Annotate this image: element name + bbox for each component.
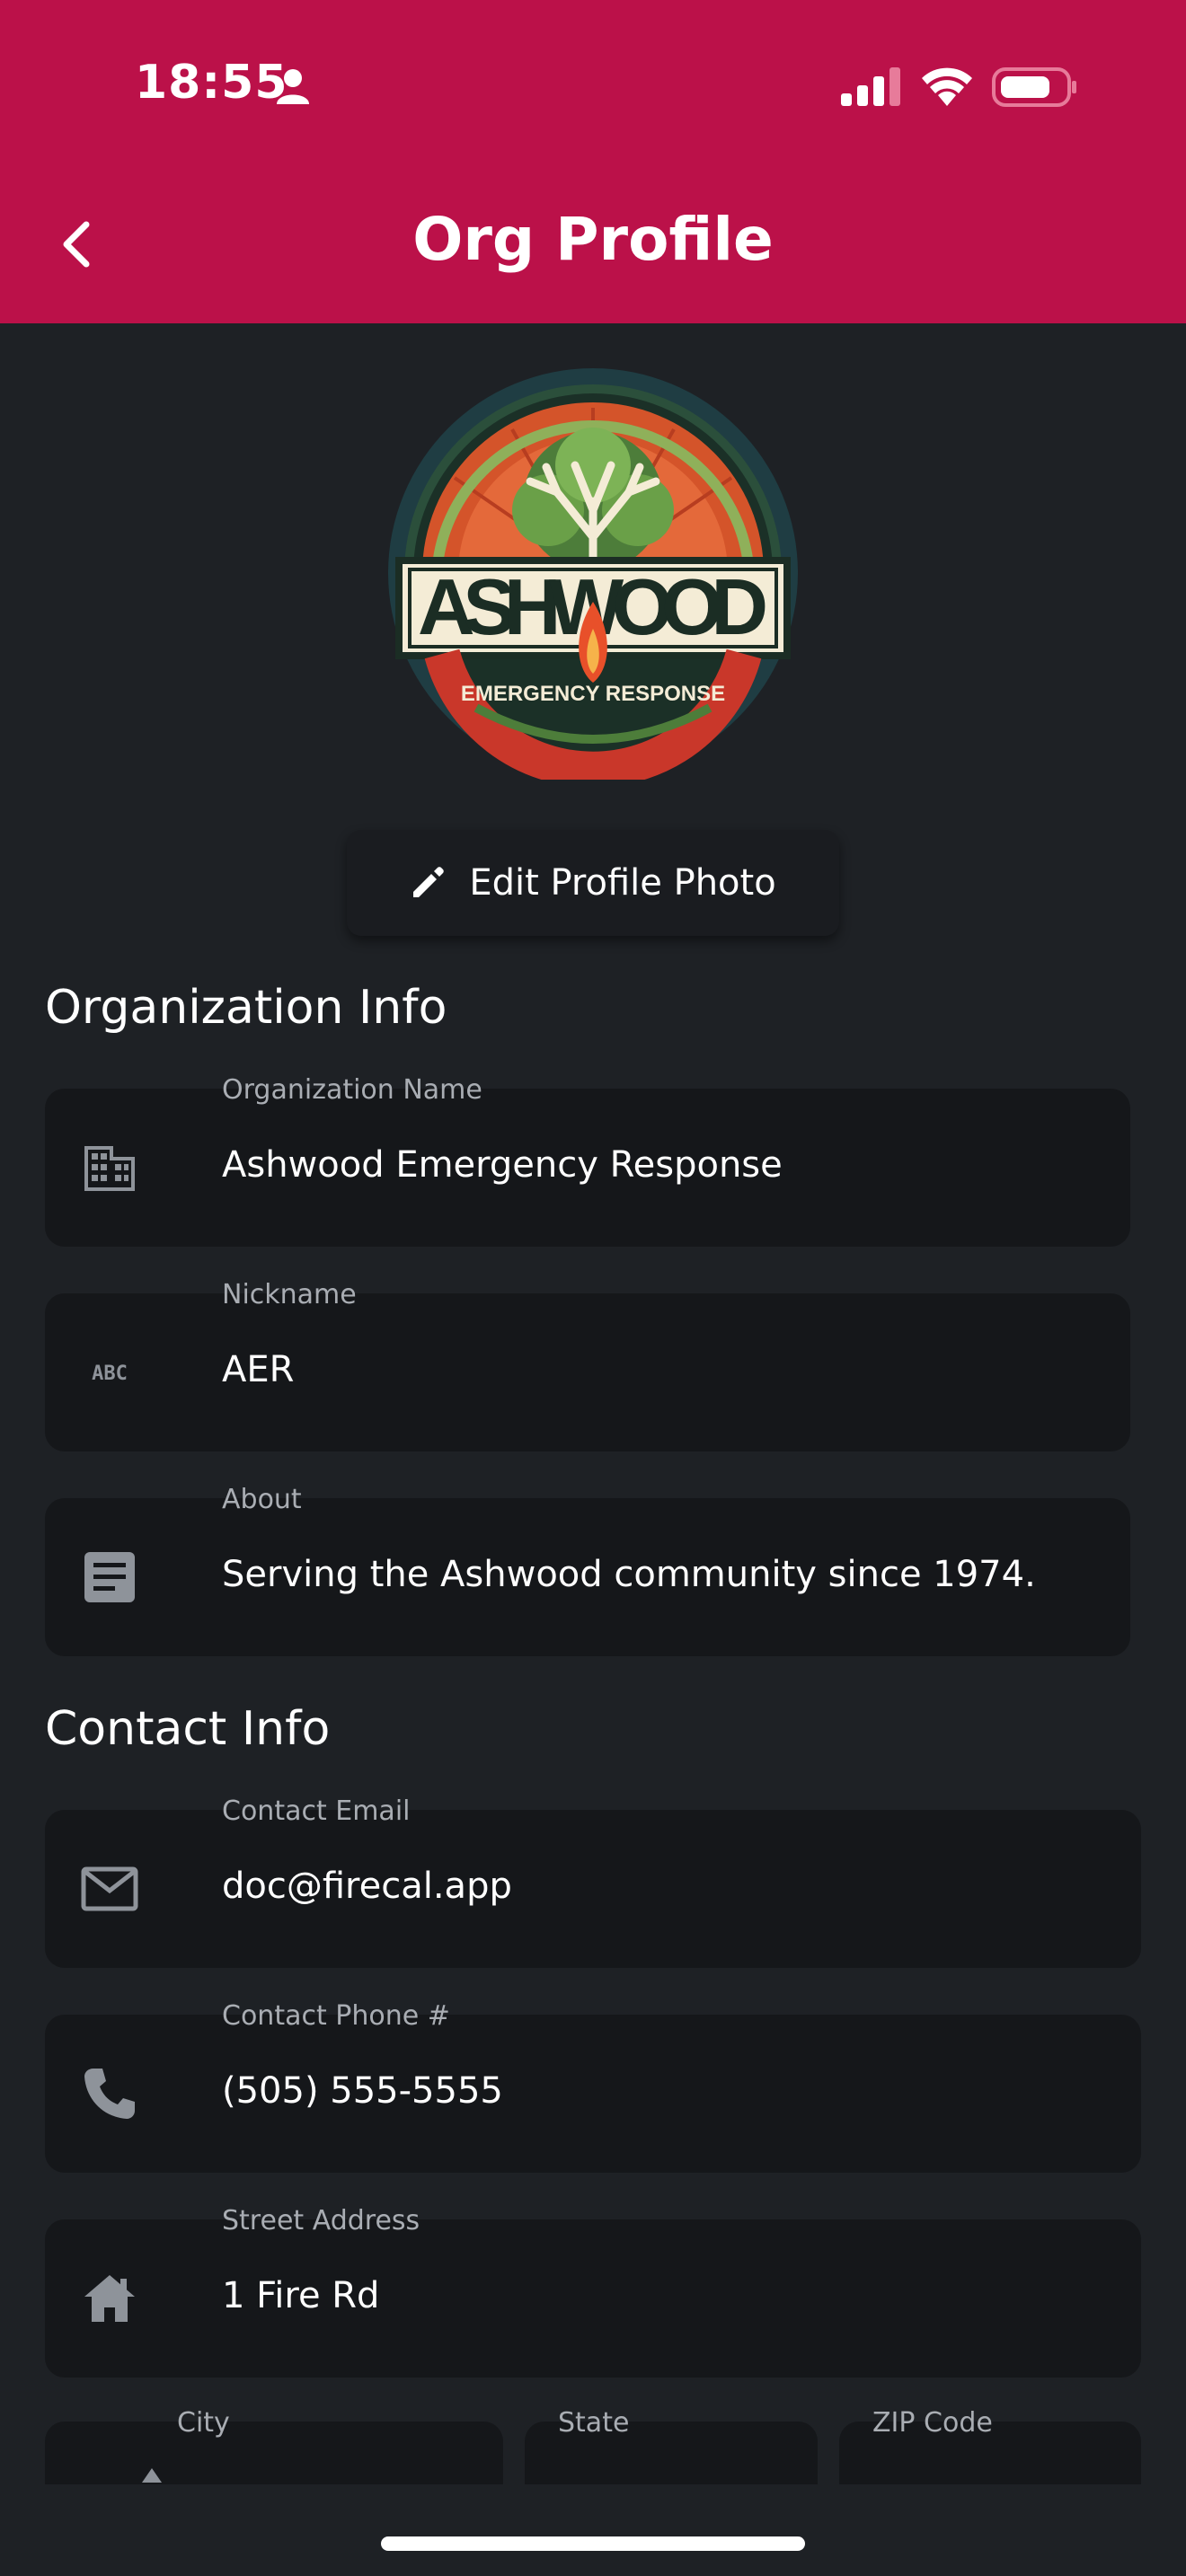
contact-email-value: doc@firecal.app	[222, 1866, 512, 1907]
street-address-label: Street Address	[222, 2205, 420, 2236]
street-address-value: 1 Fire Rd	[222, 2275, 380, 2316]
status-time: 18:55	[135, 56, 288, 110]
nickname-value: AER	[222, 1349, 295, 1390]
nickname-label: Nickname	[222, 1279, 357, 1310]
organization-name-field[interactable]: Organization Name Ashwood Emergency Resp…	[45, 1074, 1130, 1247]
about-field[interactable]: About Serving the Ashwood community sinc…	[45, 1484, 1130, 1656]
state-label: State	[558, 2407, 630, 2439]
contact-info-heading: Contact Info	[45, 1702, 331, 1756]
email-icon	[81, 1866, 138, 1911]
street-address-field[interactable]: Street Address 1 Fire Rd	[45, 2205, 1141, 2378]
edit-profile-photo-button[interactable]: Edit Profile Photo	[347, 830, 839, 936]
about-label: About	[222, 1484, 302, 1515]
contact-phone-field[interactable]: Contact Phone # (505) 555-5555	[45, 2000, 1141, 2173]
organization-name-value: Ashwood Emergency Response	[222, 1144, 783, 1186]
bottom-safe-area	[0, 2484, 1186, 2576]
organization-logo: ASHWOOD EMERGENCY RESPONSE	[388, 368, 798, 780]
wifi-icon	[922, 67, 972, 106]
contact-email-field[interactable]: Contact Email doc@firecal.app	[45, 1795, 1141, 1968]
about-value: Serving the Ashwood community since 1974…	[222, 1554, 1036, 1595]
building-icon	[84, 1146, 135, 1191]
org-profile-screen: 18:55 Org Profile ASHWOOD EMERGENCY RESP…	[0, 0, 1186, 2576]
edit-profile-photo-label: Edit Profile Photo	[469, 862, 776, 904]
article-icon	[84, 1552, 135, 1602]
location-icon	[142, 2468, 162, 2483]
contact-phone-value: (505) 555-5555	[222, 2070, 503, 2112]
abc-icon: ABC	[92, 1363, 128, 1385]
organization-info-heading: Organization Info	[45, 981, 447, 1035]
zip-code-label: ZIP Code	[872, 2407, 993, 2439]
logo-tagline: EMERGENCY RESPONSE	[461, 682, 725, 706]
phone-icon	[84, 2069, 135, 2119]
cellular-signal-icon	[841, 67, 900, 106]
contact-email-label: Contact Email	[222, 1795, 411, 1827]
contact-phone-label: Contact Phone #	[222, 2000, 450, 2032]
home-indicator[interactable]	[381, 2536, 805, 2551]
svg-text:ABC: ABC	[92, 1363, 128, 1385]
city-label: City	[177, 2407, 230, 2439]
person-icon	[277, 69, 309, 104]
page-title: Org Profile	[412, 205, 774, 274]
pencil-icon	[413, 867, 445, 897]
organization-name-label: Organization Name	[222, 1074, 482, 1106]
nickname-field[interactable]: Nickname ABC AER	[45, 1279, 1130, 1451]
battery-icon	[992, 67, 1076, 107]
home-icon	[84, 2275, 135, 2322]
app-header: 18:55 Org Profile	[0, 0, 1186, 323]
